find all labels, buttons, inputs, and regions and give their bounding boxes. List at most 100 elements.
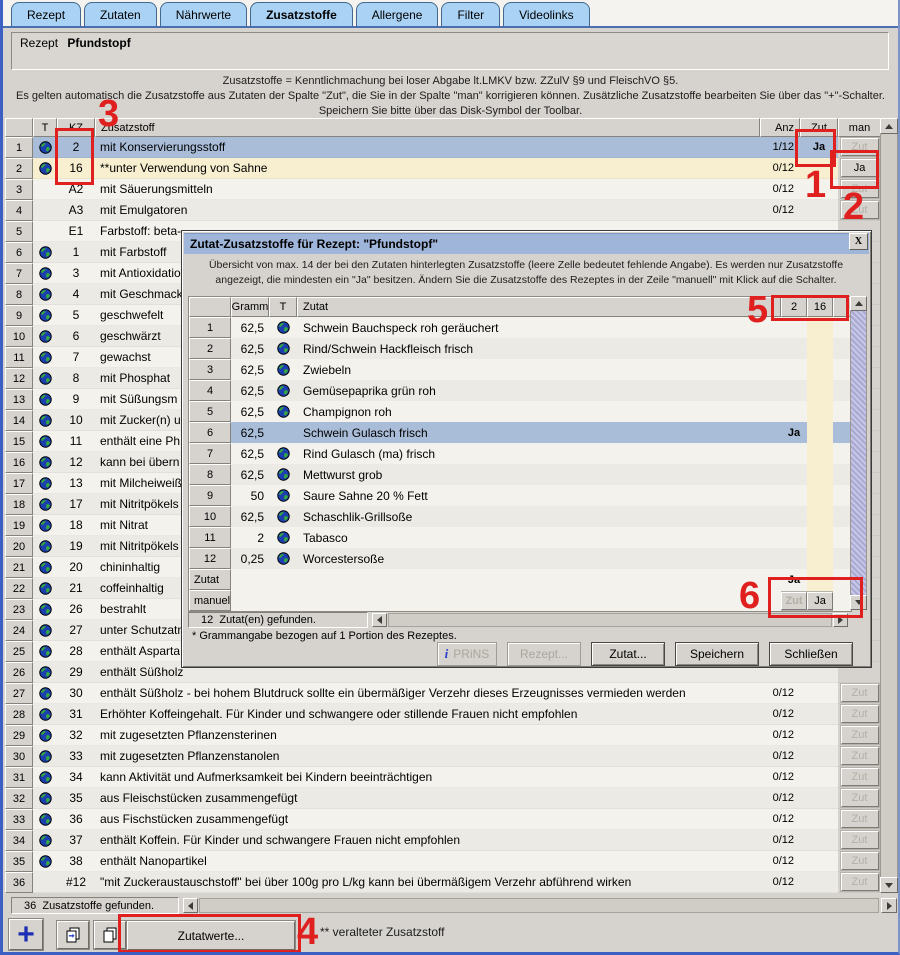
dialog-table-row[interactable]: 950Saure Sahne 20 % Fett xyxy=(189,485,851,506)
man-toggle-button[interactable]: Ja xyxy=(841,159,879,177)
manuell-toggle-2-button[interactable]: Zut xyxy=(781,592,807,610)
table-row[interactable]: 2831Erhöhter Koffeingehalt. Für Kinder u… xyxy=(5,704,881,725)
dialog-table-row[interactable]: 662,5Schwein Gulasch frischJa xyxy=(189,422,851,443)
hscroll-left-button[interactable] xyxy=(183,898,198,913)
col2-cell xyxy=(781,317,807,338)
dialog-header-fill[interactable] xyxy=(833,297,851,317)
table-row[interactable]: 3033mit zugesetzten Pflanzenstanolen0/12… xyxy=(5,746,881,767)
main-vertical-scrollbar[interactable] xyxy=(880,118,898,893)
dialog-hscroll-left-button[interactable] xyxy=(372,613,387,627)
man-toggle-button[interactable]: Zut xyxy=(841,180,879,198)
main-header-zut[interactable]: Zut xyxy=(800,118,838,137)
manuell-row-label: manuell xyxy=(189,590,231,611)
tab-nhrwerte[interactable]: Nährwerte xyxy=(160,2,247,27)
globe-icon xyxy=(39,267,52,280)
add-zusatzstoff-button[interactable]: + xyxy=(9,919,43,950)
zutatwerte-button[interactable]: Zutatwerte... xyxy=(127,921,295,950)
table-row[interactable]: 3538enthält Nanopartikel0/12Zut xyxy=(5,851,881,872)
globe-icon xyxy=(277,384,290,397)
man-toggle-button[interactable]: Zut xyxy=(841,201,879,219)
main-header-zusatzstoff[interactable]: Zusatzstoff xyxy=(95,118,760,137)
col16-cell xyxy=(807,422,833,443)
table-row[interactable]: 3235aus Fleischstücken zusammengefügt0/1… xyxy=(5,788,881,809)
man-toggle-button[interactable]: Zut xyxy=(841,726,879,744)
dialog-header-2[interactable]: 2 xyxy=(781,297,807,317)
dialog-table-row[interactable]: 562,5Champignon roh xyxy=(189,401,851,422)
main-header-anz[interactable]: Anz xyxy=(760,118,800,137)
table-row[interactable]: 36#12"mit Zuckeraustauschstoff" bei über… xyxy=(5,872,881,893)
tab-zutaten[interactable]: Zutaten xyxy=(84,2,157,27)
tab-rezept[interactable]: Rezept xyxy=(11,2,81,27)
speichern-button[interactable]: Speichern xyxy=(675,642,759,666)
table-row[interactable]: 2730enthält Süßholz - bei hohem Blutdruc… xyxy=(5,683,881,704)
table-row[interactable]: 12mit Konservierungsstoff1/12JaZut xyxy=(5,137,881,158)
table-row[interactable]: 3437enthält Koffein. Für Kinder und schw… xyxy=(5,830,881,851)
filler-cell xyxy=(833,590,851,611)
dialog-hscroll-right-button[interactable] xyxy=(833,613,848,627)
row-number: 12 xyxy=(5,368,33,389)
man-toggle-button[interactable]: Zut xyxy=(841,810,879,828)
dialog-header-gramm[interactable]: Gramm xyxy=(231,297,269,317)
dialog-table-row[interactable]: 362,5Zwiebeln xyxy=(189,359,851,380)
scroll-up-button[interactable] xyxy=(880,118,898,134)
table-row[interactable]: 216**unter Verwendung von Sahne0/12Ja xyxy=(5,158,881,179)
man-toggle-button[interactable]: Zut xyxy=(841,852,879,870)
zutat-button[interactable]: Zutat... xyxy=(591,642,665,666)
kz-cell: 6 xyxy=(57,326,95,347)
globe-icon xyxy=(39,750,52,763)
kz-cell: 10 xyxy=(57,410,95,431)
man-toggle-button[interactable]: Zut xyxy=(841,789,879,807)
kz-cell: A2 xyxy=(57,179,95,200)
scroll-down-button[interactable] xyxy=(880,877,898,893)
dialog-horizontal-scrollbar[interactable] xyxy=(388,613,832,627)
up-arrow-icon xyxy=(885,124,893,129)
t-cell xyxy=(33,515,57,536)
gramm-cell: 50 xyxy=(231,485,269,506)
dialog-table-row[interactable]: 862,5Mettwurst grob xyxy=(189,464,851,485)
dialog-header-num[interactable] xyxy=(189,297,231,317)
left-arrow-icon xyxy=(188,902,193,910)
schließen-button[interactable]: Schließen xyxy=(769,642,853,666)
table-row[interactable]: 4A3mit Emulgatoren0/12Zut xyxy=(5,200,881,221)
table-row[interactable]: 3134kann Aktivität und Aufmerksamkeit be… xyxy=(5,767,881,788)
man-toggle-button[interactable]: Zut xyxy=(841,138,879,156)
dialog-table-row[interactable]: 120,25Worcestersoße xyxy=(189,548,851,569)
dialog-table-row[interactable]: 262,5Rind/Schwein Hackfleisch frisch xyxy=(189,338,851,359)
table-row[interactable]: 2932mit zugesetzten Pflanzensterinen0/12… xyxy=(5,725,881,746)
main-header-man[interactable]: man xyxy=(838,118,881,137)
main-header-t[interactable]: T xyxy=(33,118,57,137)
main-header-num[interactable] xyxy=(5,118,33,137)
man-toggle-button[interactable]: Zut xyxy=(841,831,879,849)
tab-zusatzstoffe[interactable]: Zusatzstoffe xyxy=(250,2,353,27)
man-toggle-button[interactable]: Zut xyxy=(841,684,879,702)
dialog-table-row[interactable]: 762,5Rind Gulasch (ma) frisch xyxy=(189,443,851,464)
tab-videolinks[interactable]: Videolinks xyxy=(503,2,589,27)
copy-filled-button[interactable] xyxy=(57,921,89,949)
dialog-table-row[interactable]: 462,5Gemüsepaprika grün roh xyxy=(189,380,851,401)
globe-icon xyxy=(39,456,52,469)
dialog-header-16[interactable]: 16 xyxy=(807,297,833,317)
man-toggle-button[interactable]: Zut xyxy=(841,768,879,786)
man-toggle-button[interactable]: Zut xyxy=(841,705,879,723)
main-horizontal-scrollbar[interactable] xyxy=(199,898,879,913)
table-row[interactable]: 3336aus Fischstücken zusammengefügt0/12Z… xyxy=(5,809,881,830)
dialog-header-zutat[interactable]: Zutat xyxy=(297,297,781,317)
main-header-kz[interactable]: KZ xyxy=(57,118,95,137)
tab-filter[interactable]: Filter xyxy=(441,2,500,27)
dialog-header-t[interactable]: T xyxy=(269,297,297,317)
hscroll-right-button[interactable] xyxy=(881,898,897,913)
dialog-table-row[interactable]: 112Tabasco xyxy=(189,527,851,548)
tab-allergene[interactable]: Allergene xyxy=(356,2,439,27)
manuell-toggle-16-button[interactable]: Ja xyxy=(807,592,833,610)
close-icon[interactable]: X xyxy=(849,233,868,250)
man-toggle-button[interactable]: Zut xyxy=(841,747,879,765)
dialog-table-row[interactable]: 1062,5Schaschlik-Grillsoße xyxy=(189,506,851,527)
dialog-title-bar[interactable]: Zutat-Zusatzstoffe für Rezept: "Pfundsto… xyxy=(184,233,869,254)
table-row[interactable]: 3A2mit Säuerungsmitteln0/12Zut xyxy=(5,179,881,200)
dialog-vertical-scrollbar[interactable] xyxy=(850,296,867,610)
dialog-scroll-down-button[interactable] xyxy=(850,595,867,610)
dialog-table-row[interactable]: 162,5Schwein Bauchspeck roh geräuchert xyxy=(189,317,851,338)
man-toggle-button[interactable]: Zut xyxy=(841,873,879,891)
dialog-scroll-up-button[interactable] xyxy=(850,296,867,311)
copy-empty-button[interactable] xyxy=(94,921,126,949)
